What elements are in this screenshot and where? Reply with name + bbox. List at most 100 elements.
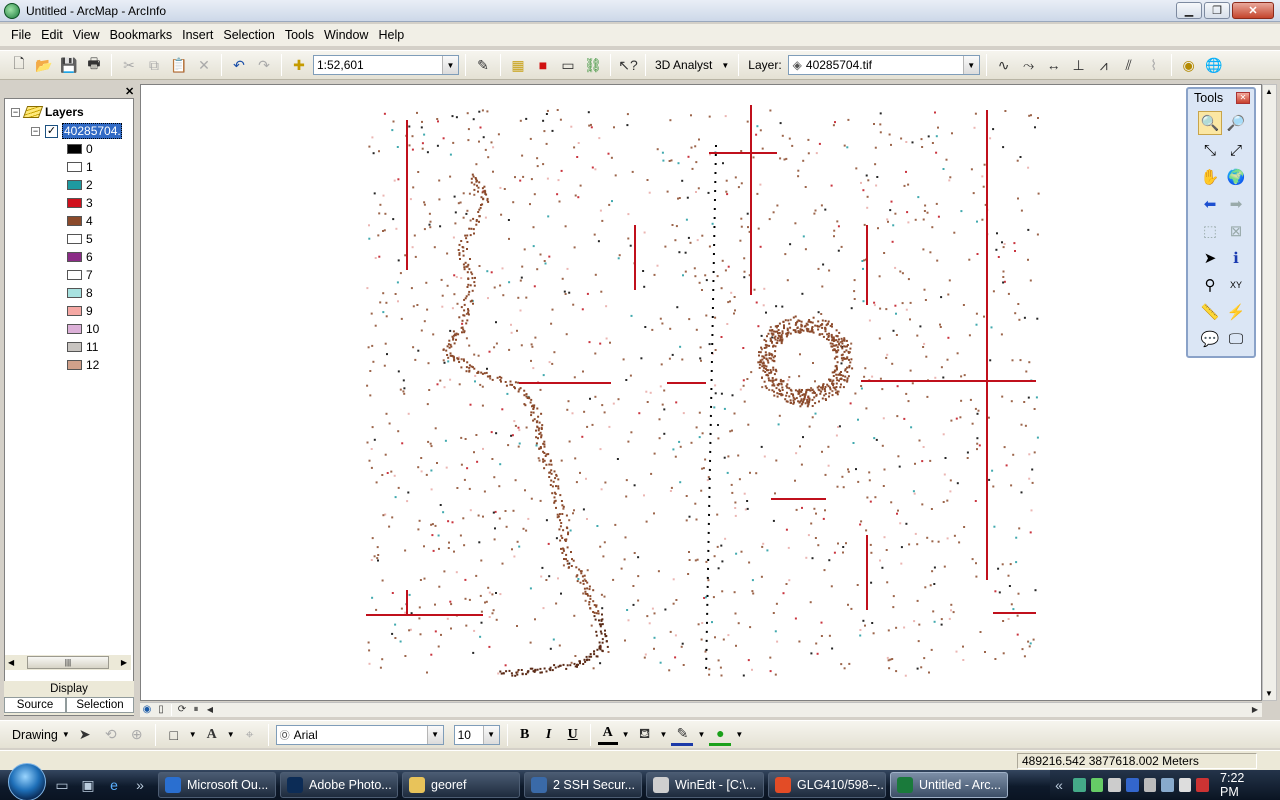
scroll-down-icon[interactable]: ▼ [1265,689,1273,698]
editor-toolbar-icon[interactable]: ✎ [472,54,494,76]
legend-swatch[interactable] [67,216,82,226]
chevron-down-icon[interactable]: ▼ [735,730,743,739]
toc-horizontal-scrollbar[interactable]: ◀ ||| ▶ [5,655,131,670]
legend-item[interactable]: 10 [67,322,99,336]
collapse-icon[interactable]: − [31,126,40,136]
new-document-icon[interactable]: 🗋 [8,54,30,76]
arcglobe-icon[interactable]: 🌐 [1203,54,1225,76]
edit-vertices-icon[interactable]: ⌖ [239,724,261,746]
legend-swatch[interactable] [67,234,82,244]
layer-visibility-checkbox[interactable]: ✓ [45,124,58,138]
full-extent-icon[interactable]: 🌍 [1224,165,1248,189]
line-color-icon[interactable]: ✎ [671,724,694,746]
chevron-down-icon[interactable]: ▼ [697,730,705,739]
legend-item[interactable]: 8 [67,286,93,300]
tray-app-icon[interactable] [1196,778,1210,792]
menu-selection[interactable]: Selection [218,24,279,46]
switch-windows-icon[interactable]: ▣ [78,775,98,795]
font-color-icon[interactable]: A [597,725,618,745]
time-slider-icon[interactable]: 🖵 [1224,327,1248,351]
chevron-down-icon[interactable]: ▼ [660,730,668,739]
maximize-button[interactable]: ❐ [1204,2,1230,19]
underline-button[interactable]: U [563,725,583,745]
select-elements-icon[interactable]: ➤ [1198,246,1222,270]
layer-name[interactable]: 40285704.tif [62,123,122,139]
fixed-zoom-out-icon[interactable]: ⤢ [1224,138,1248,162]
chevron-down-icon[interactable]: ▼ [62,730,70,739]
copy-icon[interactable]: ⧉ [143,54,165,76]
text-icon[interactable]: A [201,724,223,746]
tray-app-icon[interactable] [1108,778,1121,792]
chevron-down-icon[interactable]: ▼ [442,56,458,74]
battery-icon[interactable] [1143,778,1157,792]
model-builder-icon[interactable]: ⛓ [582,54,604,76]
profile-graph-icon[interactable]: ⌇ [1143,54,1165,76]
scroll-right-icon[interactable]: ▶ [1248,704,1262,717]
taskbar-button[interactable]: georef [402,772,520,798]
line-of-sight-icon[interactable]: ↔ [1043,54,1065,76]
whats-this-help-icon[interactable]: ↖? [617,54,639,76]
chevron-down-icon[interactable]: ▼ [482,725,499,744]
taskbar-button[interactable]: Microsoft Ou... [158,772,276,798]
print-icon[interactable]: 🖶 [83,54,105,76]
layer-combo[interactable]: ◈ 40285704.tif ▼ [787,55,980,75]
drawing-menu[interactable]: Drawing [12,728,58,742]
quick-launch-more-icon[interactable]: » [130,775,150,795]
legend-item[interactable]: 0 [67,142,93,156]
menu-view[interactable]: View [68,24,105,46]
menu-help[interactable]: Help [373,24,409,46]
pan-icon[interactable]: ✋ [1198,165,1222,189]
interpolate-point-icon[interactable]: ⊥ [1068,54,1090,76]
tray-app-icon[interactable] [1073,778,1086,792]
font-name-combo[interactable]: Ⓞ Arial ▼ [275,724,444,745]
map-scale-combo[interactable]: 1:52,601 ▼ [313,55,459,75]
select-pointer-icon[interactable]: ➤ [74,724,96,746]
clear-selection-icon[interactable]: ⊠ [1224,219,1248,243]
legend-swatch[interactable] [67,180,82,190]
arccatalog-icon[interactable]: ▦ [507,54,529,76]
menu-edit[interactable]: Edit [36,24,68,46]
arctoolbox-icon[interactable]: ■ [532,54,554,76]
menu-bookmarks[interactable]: Bookmarks [105,24,178,46]
legend-item[interactable]: 5 [67,232,93,246]
network-icon[interactable] [1161,778,1174,792]
menu-window[interactable]: Window [319,24,373,46]
scroll-thumb[interactable]: ||| [27,656,109,669]
chevron-down-icon[interactable]: ▼ [426,725,443,744]
scroll-up-icon[interactable]: ▲ [1265,87,1273,96]
toc-close-icon[interactable]: ✕ [125,85,134,98]
map-vertical-scrollbar[interactable]: ▲ ▼ [1262,84,1277,701]
pause-drawing-icon[interactable]: ⏸ [189,704,203,717]
tray-app-icon[interactable] [1090,778,1104,792]
legend-item[interactable]: 9 [67,304,93,318]
legend-swatch[interactable] [67,342,82,352]
taskbar-button[interactable]: GLG410/598--... [768,772,886,798]
legend-swatch[interactable] [67,252,82,262]
scroll-right-icon[interactable]: ▶ [121,658,127,667]
scroll-left-icon[interactable]: ◀ [203,704,217,717]
map-display[interactable] [140,84,1262,701]
legend-item[interactable]: 4 [67,214,93,228]
paste-icon[interactable]: 📋 [168,54,190,76]
forward-arrow-icon[interactable]: ➡ [1224,192,1248,216]
legend-swatch[interactable] [67,324,82,334]
chevron-down-icon[interactable]: ▼ [962,56,979,74]
command-line-icon[interactable]: ▭ [557,54,579,76]
chevron-down-icon[interactable]: ▼ [227,730,235,739]
menu-tools[interactable]: Tools [280,24,319,46]
tray-app-icon[interactable] [1125,778,1139,792]
legend-item[interactable]: 3 [67,196,93,210]
legend-item[interactable]: 12 [67,358,99,372]
legend-swatch[interactable] [67,162,82,172]
legend-swatch[interactable] [67,288,82,298]
save-icon[interactable]: 💾 [58,54,80,76]
select-features-icon[interactable]: ⬚ [1198,219,1222,243]
legend-swatch[interactable] [67,270,82,280]
taskbar-button[interactable]: 2 SSH Secur... [524,772,642,798]
chevron-left-icon[interactable]: « [1050,775,1068,795]
menu-insert[interactable]: Insert [177,24,218,46]
start-button-icon[interactable] [8,763,46,800]
steepest-path-icon[interactable]: ⤳ [1018,54,1040,76]
identify-icon[interactable]: ℹ [1224,246,1248,270]
show-desktop-icon[interactable]: ▭ [52,775,72,795]
